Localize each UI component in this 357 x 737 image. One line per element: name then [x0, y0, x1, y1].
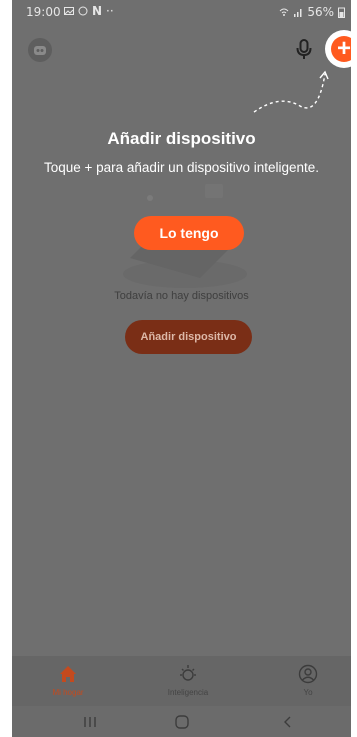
recent-apps-icon[interactable] — [80, 714, 100, 730]
battery-percent: 56% — [307, 5, 334, 19]
nav-item-me[interactable]: Yo — [268, 664, 348, 697]
add-device-button[interactable]: Añadir dispositivo — [125, 320, 252, 354]
profile-icon — [298, 664, 318, 684]
home-avatar-button[interactable] — [28, 38, 52, 62]
dashed-arrow-icon — [253, 70, 329, 113]
home-icon — [60, 666, 76, 682]
nav-label-home: Mi hogar — [52, 688, 84, 697]
back-icon[interactable] — [278, 714, 298, 730]
bottom-nav: Mi hogar Inteligencia Yo — [12, 656, 351, 706]
gallery-icon — [64, 7, 74, 15]
nav-item-home[interactable]: Mi hogar — [28, 664, 108, 697]
sun-icon — [180, 665, 196, 681]
home-system-icon[interactable] — [172, 714, 192, 730]
status-notification-icons: N ·· — [64, 4, 114, 18]
system-nav-bar — [12, 706, 351, 737]
status-time: 19:00 — [26, 5, 61, 19]
guide-title: Añadir dispositivo — [107, 129, 256, 148]
app-screen: 19:00 N ·· 56% + Añadir dispositivo Toqu… — [12, 0, 351, 737]
status-system-icons: 56% — [279, 5, 345, 19]
nav-item-intelligence[interactable]: Inteligencia — [148, 664, 228, 697]
guide-subtitle: Toque + para añadir un dispositivo intel… — [43, 160, 320, 175]
plus-icon: + — [331, 36, 351, 62]
microphone-icon[interactable] — [294, 38, 314, 60]
nfc-icon: N — [92, 4, 103, 18]
nav-label-intelligence: Inteligencia — [167, 688, 209, 697]
more-notifications: ·· — [106, 4, 114, 18]
nav-label-me: Yo — [303, 688, 313, 697]
robot-icon — [34, 46, 46, 55]
whatsapp-icon — [78, 6, 88, 16]
wifi-icon — [279, 8, 289, 16]
empty-state-message: Todavía no hay dispositivos — [114, 290, 249, 302]
got-it-button[interactable]: Lo tengo — [134, 216, 244, 250]
add-device-plus-button[interactable]: + — [325, 30, 351, 68]
signal-icon — [294, 9, 302, 17]
status-bar: 19:00 N ·· 56% — [12, 0, 351, 24]
battery-icon — [338, 7, 345, 18]
